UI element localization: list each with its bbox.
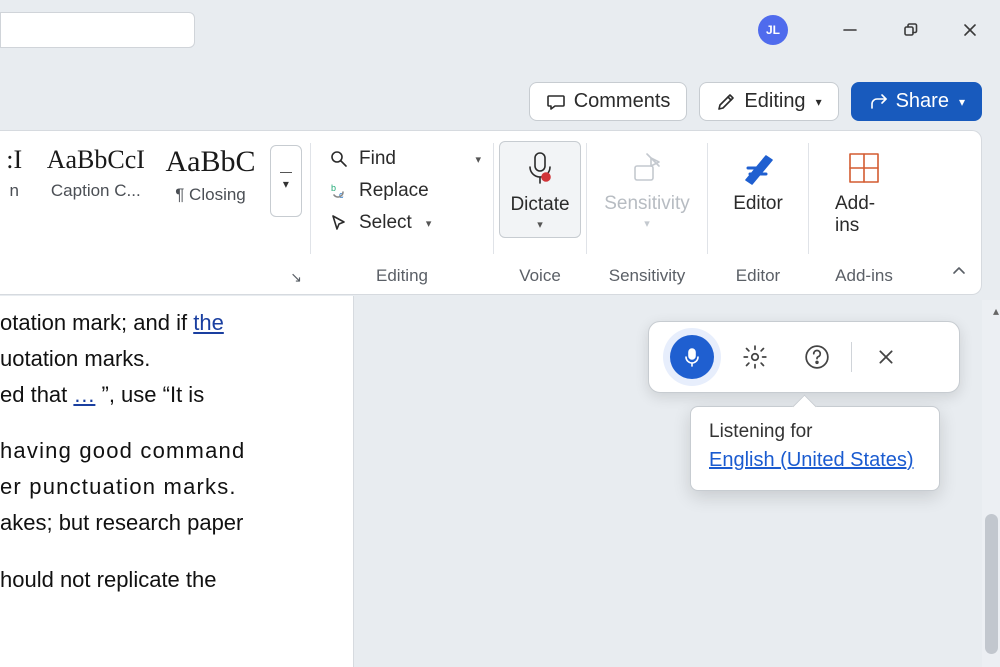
doc-text: ed that [0, 382, 73, 407]
select-label: Select [359, 212, 412, 234]
search-input[interactable] [0, 12, 195, 48]
doc-text: uotation marks. [0, 342, 343, 376]
group-label: Sensitivity [587, 266, 707, 286]
addins-label: Add-ins [835, 193, 893, 237]
editor-group: Editor Editor [708, 131, 808, 294]
dictate-button[interactable]: Dictate ▾ [499, 141, 580, 238]
chevron-down-icon: ▾ [475, 153, 481, 166]
chevron-up-icon [951, 263, 967, 279]
share-icon [868, 92, 888, 112]
styles-dialog-launcher[interactable]: ↘ [290, 269, 302, 286]
comment-icon [546, 92, 566, 112]
minimize-icon [842, 22, 858, 38]
doc-text: hould not replicate the [0, 563, 343, 597]
comments-button[interactable]: Comments [529, 82, 688, 121]
replace-label: Replace [359, 180, 429, 202]
microphone-icon [520, 149, 560, 189]
chevron-down-icon: ▾ [959, 95, 965, 109]
group-label: Editing [311, 266, 493, 286]
chevron-down-icon: ▾ [816, 95, 822, 109]
editing-mode-button[interactable]: Editing ▾ [699, 82, 838, 121]
ribbon: :I n AaBbCcI Caption C... AaBbC ¶ Closin… [0, 130, 982, 295]
share-button[interactable]: Share ▾ [851, 82, 982, 121]
doc-text: otation mark; and if [0, 310, 193, 335]
style-option[interactable]: AaBbC ¶ Closing [163, 141, 258, 217]
editing-mode-label: Editing [744, 90, 805, 113]
dictation-toolbar [648, 321, 960, 393]
share-label: Share [896, 90, 949, 113]
user-avatar[interactable]: JL [758, 15, 788, 45]
svg-text:b: b [331, 183, 336, 193]
style-name: n [0, 179, 28, 203]
chevron-down-icon: ▾ [644, 217, 650, 230]
doc-text: … [73, 382, 95, 407]
group-label: Editor [708, 266, 808, 286]
dictation-settings-button[interactable] [727, 332, 783, 382]
find-button[interactable]: Find ▾ [325, 143, 485, 175]
sensitivity-icon [627, 148, 667, 188]
document-page[interactable]: otation mark; and if the uotation marks.… [0, 296, 354, 667]
dictation-mic-button[interactable] [663, 328, 721, 386]
gear-icon [742, 344, 768, 370]
help-icon [804, 344, 830, 370]
addins-group: Add-ins Add-ins [809, 131, 919, 294]
style-preview: AaBbCcI [34, 141, 157, 179]
sensitivity-group: Sensitivity ▾ Sensitivity [587, 131, 707, 294]
style-name: ¶ Closing [163, 183, 258, 207]
minimize-button[interactable] [820, 0, 880, 60]
scrollbar-thumb[interactable] [985, 514, 998, 654]
collapse-ribbon-button[interactable] [951, 263, 967, 284]
scroll-up-icon[interactable]: ▴ [993, 304, 999, 318]
styles-gallery: :I n AaBbCcI Caption C... AaBbC ¶ Closin… [0, 131, 310, 294]
styles-more-button[interactable]: ▾ [270, 145, 302, 217]
doc-text: ”, use “It is [95, 382, 204, 407]
doc-text: akes; but research paper [0, 506, 343, 540]
dictation-language-popover: Listening for English (United States) [690, 406, 940, 491]
separator [851, 342, 852, 372]
microphone-icon [681, 346, 703, 368]
voice-group: Dictate ▾ Voice [494, 131, 586, 294]
doc-text: er punctuation marks. [0, 470, 343, 504]
addins-icon [844, 148, 884, 188]
dictation-close-button[interactable] [858, 332, 914, 382]
chevron-down-icon: ▾ [283, 177, 289, 191]
sensitivity-label: Sensitivity [604, 193, 690, 215]
dictation-help-button[interactable] [789, 332, 845, 382]
restore-button[interactable] [880, 0, 940, 60]
style-option[interactable]: :I n [0, 141, 28, 217]
style-preview: :I [0, 141, 28, 179]
editor-icon [738, 148, 778, 188]
find-label: Find [359, 148, 396, 170]
doc-text: the [193, 310, 224, 335]
style-option[interactable]: AaBbCcI Caption C... [34, 141, 157, 217]
doc-text: having good command [0, 434, 343, 468]
dictation-language-link[interactable]: English (United States) [709, 449, 914, 471]
style-name: Caption C... [34, 179, 157, 203]
addins-button[interactable]: Add-ins [825, 141, 903, 243]
dictate-label: Dictate [510, 194, 569, 216]
group-label: Add-ins [809, 266, 919, 286]
chevron-down-icon: ▾ [537, 218, 543, 231]
chevron-down-icon: ▾ [426, 217, 432, 230]
listening-label: Listening for [709, 421, 921, 443]
search-icon [329, 149, 349, 169]
style-preview: AaBbC [163, 141, 258, 183]
replace-button[interactable]: bc Replace [325, 175, 485, 207]
close-button[interactable] [940, 0, 1000, 60]
select-button[interactable]: Select ▾ [325, 207, 485, 239]
sensitivity-button: Sensitivity ▾ [594, 141, 700, 236]
replace-icon: bc [329, 181, 349, 201]
editing-group: Find ▾ bc Replace Select ▾ Editing [311, 131, 493, 294]
group-label: Voice [494, 266, 586, 286]
comments-label: Comments [574, 90, 671, 113]
editor-label: Editor [733, 193, 783, 215]
cursor-icon [329, 213, 349, 233]
pencil-icon [716, 92, 736, 112]
restore-icon [902, 22, 918, 38]
close-icon [877, 348, 895, 366]
close-icon [962, 22, 978, 38]
editor-button[interactable]: Editor [723, 141, 793, 221]
